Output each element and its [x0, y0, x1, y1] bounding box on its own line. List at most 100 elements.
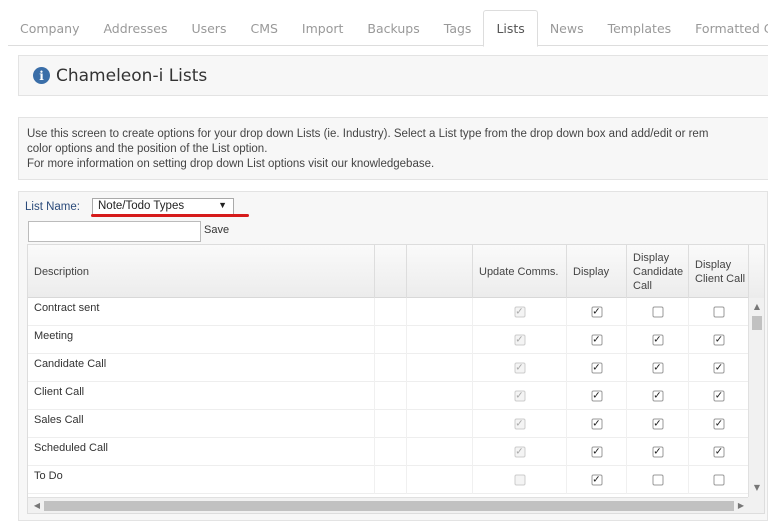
scroll-right-icon[interactable]: ▶	[734, 498, 748, 513]
display-checkbox[interactable]: ✓	[591, 390, 602, 402]
table-row[interactable]: Sales Call ✓ ✓ ✓ ✓	[28, 410, 750, 438]
new-item-input[interactable]	[28, 221, 201, 242]
row-blank-cell	[407, 466, 473, 494]
column-header-display-client-call: Display Client Call	[689, 245, 750, 298]
row-blank-cell	[407, 354, 473, 382]
grid-body: Contract sent ✓ ✓ Meeting ✓ ✓ ✓ ✓ Candidate Call…	[28, 298, 750, 497]
page-title-panel: i Chameleon-i Lists	[18, 55, 768, 96]
list-name-selected: Note/Todo Types	[98, 200, 185, 212]
row-update-comms-cell	[473, 466, 567, 494]
tab-cms[interactable]: CMS	[238, 10, 289, 46]
row-blank-cell	[375, 438, 407, 466]
row-display-candidate-call-cell	[627, 298, 689, 326]
row-display-candidate-call-cell: ✓	[627, 326, 689, 354]
update-comms-checkbox: ✓	[514, 390, 525, 402]
row-display-candidate-call-cell: ✓	[627, 438, 689, 466]
display-candidate-call-checkbox[interactable]: ✓	[652, 334, 663, 346]
list-name-label: List Name:	[25, 201, 80, 213]
table-row[interactable]: Contract sent ✓ ✓	[28, 298, 750, 326]
row-description: Candidate Call	[28, 354, 375, 382]
dropdown-arrow-icon: ▼	[218, 200, 227, 210]
display-candidate-call-checkbox[interactable]: ✓	[652, 390, 663, 402]
tab-users[interactable]: Users	[179, 10, 238, 46]
display-checkbox[interactable]: ✓	[591, 306, 602, 318]
tab-templates[interactable]: Templates	[596, 10, 684, 46]
help-line-2: color options and the position of the Li…	[27, 143, 268, 155]
display-candidate-call-checkbox[interactable]: ✓	[652, 362, 663, 374]
row-display-client-call-cell: ✓	[689, 382, 750, 410]
row-description: To Do	[28, 466, 375, 494]
row-blank-cell	[375, 382, 407, 410]
help-text-panel: Use this screen to create options for yo…	[18, 117, 768, 180]
display-checkbox[interactable]: ✓	[591, 334, 602, 346]
row-display-cell: ✓	[567, 438, 627, 466]
row-display-client-call-cell: ✓	[689, 354, 750, 382]
display-candidate-call-checkbox[interactable]: ✓	[652, 418, 663, 430]
help-line-1: Use this screen to create options for yo…	[27, 128, 709, 140]
table-row[interactable]: Candidate Call ✓ ✓ ✓ ✓	[28, 354, 750, 382]
row-display-cell: ✓	[567, 466, 627, 494]
display-client-call-checkbox[interactable]: ✓	[713, 418, 725, 430]
display-client-call-checkbox[interactable]: ✓	[713, 446, 725, 458]
display-candidate-call-checkbox[interactable]: ✓	[652, 446, 663, 458]
tab-addresses[interactable]: Addresses	[91, 10, 179, 46]
update-comms-checkbox: ✓	[514, 446, 525, 458]
row-display-client-call-cell: ✓	[689, 410, 750, 438]
update-comms-checkbox: ✓	[514, 306, 525, 318]
tab-company[interactable]: Company	[8, 10, 91, 46]
display-checkbox[interactable]: ✓	[591, 362, 602, 374]
row-display-cell: ✓	[567, 410, 627, 438]
row-display-client-call-cell: ✓	[689, 326, 750, 354]
tab-import[interactable]: Import	[290, 10, 356, 46]
highlight-underline	[91, 214, 249, 217]
row-update-comms-cell: ✓	[473, 326, 567, 354]
display-checkbox[interactable]: ✓	[591, 446, 602, 458]
row-blank-cell	[407, 298, 473, 326]
help-line-3: For more information on setting drop dow…	[27, 158, 435, 170]
row-update-comms-cell: ✓	[473, 438, 567, 466]
update-comms-checkbox: ✓	[514, 418, 525, 430]
row-display-candidate-call-cell: ✓	[627, 410, 689, 438]
table-row[interactable]: Client Call ✓ ✓ ✓ ✓	[28, 382, 750, 410]
row-blank-cell	[407, 410, 473, 438]
tab-tags[interactable]: Tags	[432, 10, 484, 46]
display-client-call-checkbox[interactable]: ✓	[713, 362, 725, 374]
row-description: Scheduled Call	[28, 438, 375, 466]
horizontal-scroll-thumb[interactable]	[44, 501, 734, 511]
row-description: Sales Call	[28, 410, 375, 438]
row-display-client-call-cell	[689, 298, 750, 326]
display-client-call-checkbox[interactable]	[713, 306, 725, 318]
display-checkbox[interactable]: ✓	[591, 474, 602, 486]
page-title: Chameleon-i Lists	[56, 65, 208, 86]
column-header-display: Display	[567, 245, 627, 298]
tab-lists[interactable]: Lists	[483, 10, 538, 47]
row-blank-cell	[375, 410, 407, 438]
display-client-call-checkbox[interactable]: ✓	[713, 390, 725, 402]
display-client-call-checkbox[interactable]	[713, 474, 725, 486]
vertical-scroll-thumb[interactable]	[752, 316, 762, 330]
display-candidate-call-checkbox[interactable]	[652, 474, 663, 486]
tab-formatted-cvs[interactable]: Formatted CVs	[683, 10, 768, 46]
row-blank-cell	[407, 326, 473, 354]
scroll-up-icon[interactable]: ▲	[749, 300, 764, 314]
display-candidate-call-checkbox[interactable]	[652, 306, 663, 318]
row-description: Client Call	[28, 382, 375, 410]
row-display-client-call-cell: ✓	[689, 438, 750, 466]
row-display-cell: ✓	[567, 382, 627, 410]
scroll-down-icon[interactable]: ▼	[749, 481, 764, 495]
table-row[interactable]: Meeting ✓ ✓ ✓ ✓	[28, 326, 750, 354]
table-row[interactable]: To Do ✓	[28, 466, 750, 494]
save-button[interactable]: Save	[204, 224, 229, 236]
display-client-call-checkbox[interactable]: ✓	[713, 334, 725, 346]
row-display-candidate-call-cell: ✓	[627, 382, 689, 410]
vertical-scrollbar[interactable]: ▲ ▼	[748, 298, 764, 497]
row-blank-cell	[375, 298, 407, 326]
tab-news[interactable]: News	[538, 10, 596, 46]
display-checkbox[interactable]: ✓	[591, 418, 602, 430]
row-display-cell: ✓	[567, 326, 627, 354]
table-row[interactable]: Scheduled Call ✓ ✓ ✓ ✓	[28, 438, 750, 466]
scroll-left-icon[interactable]: ◀	[30, 498, 44, 513]
tab-backups[interactable]: Backups	[355, 10, 431, 46]
row-blank-cell	[407, 382, 473, 410]
horizontal-scrollbar[interactable]: ◀ ▶	[28, 497, 750, 513]
